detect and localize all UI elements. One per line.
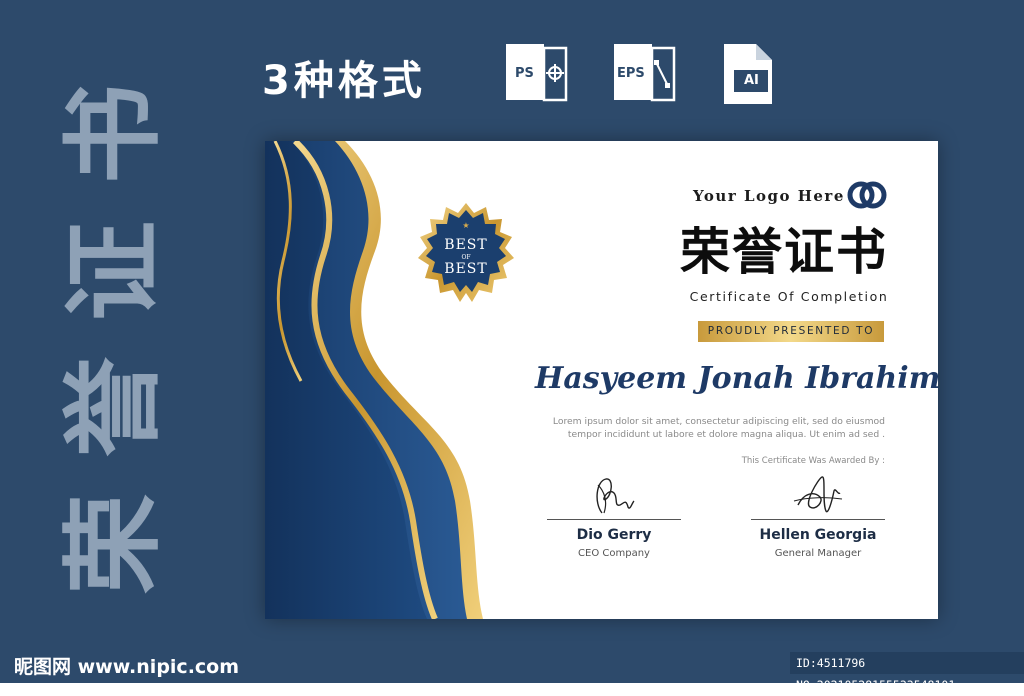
vertical-title-char-3: 誉 [55,357,172,458]
image-id-watermark: ID:4511796 NO:20210528155533548101 [790,652,1024,692]
certificate-title-cn: 荣誉证书 [680,223,888,281]
logo-placeholder-text: Your Logo Here [693,187,845,205]
logo-rings-icon [847,181,887,209]
badge-line-1: BEST [444,237,488,253]
body-line-1: Lorem ipsum dolor sit amet, consectetur … [552,416,885,427]
vertical-title: 书 证 誉 荣 [55,84,172,594]
signer-1-name: Dio Gerry [576,527,652,543]
site-watermark: 昵图网 www.nipic.com [14,656,240,678]
signer-2-name: Hellen Georgia [759,527,877,543]
certificate-title-en: Certificate Of Completion [689,289,889,304]
body-line-2: tempor incididunt ut labore et dolore ma… [567,428,885,440]
badge-line-3: BEST [444,261,488,277]
awarded-by-label: This Certificate Was Awarded By : [741,456,885,466]
eps-file-icon: EPS [614,42,678,106]
recipient-name: Hasyeem Jonah Ibrahim [535,361,938,396]
signature-line-2 [751,519,885,520]
best-of-best-badge: ★ BEST OF BEST [413,201,519,307]
signature-1-icon [596,478,635,514]
ps-label: PS [515,66,534,81]
eps-label: EPS [617,66,645,81]
ai-file-icon: AI [722,42,786,106]
vertical-title-char-2: 证 [55,220,172,321]
presented-to-banner: PROUDLY PRESENTED TO [698,321,884,342]
signer-1-role: CEO Company [578,548,650,559]
signer-2-role: General Manager [774,548,862,559]
signature-line-1 [547,519,681,520]
ps-file-icon: PS [506,42,570,106]
signature-2-icon [793,476,843,513]
formats-label: 3种格式 [262,58,426,104]
vertical-title-char-1: 书 [55,84,172,184]
certificate-body-text: Lorem ipsum dolor sit amet, consectetur … [535,416,885,442]
ai-label: AI [744,73,759,88]
svg-text:★: ★ [462,221,469,230]
badge-line-2: OF [461,254,471,261]
vertical-title-char-4: 荣 [55,493,172,594]
certificate-card: ★ BEST OF BEST Your Logo Here 荣誉证书 Certi… [265,141,938,619]
